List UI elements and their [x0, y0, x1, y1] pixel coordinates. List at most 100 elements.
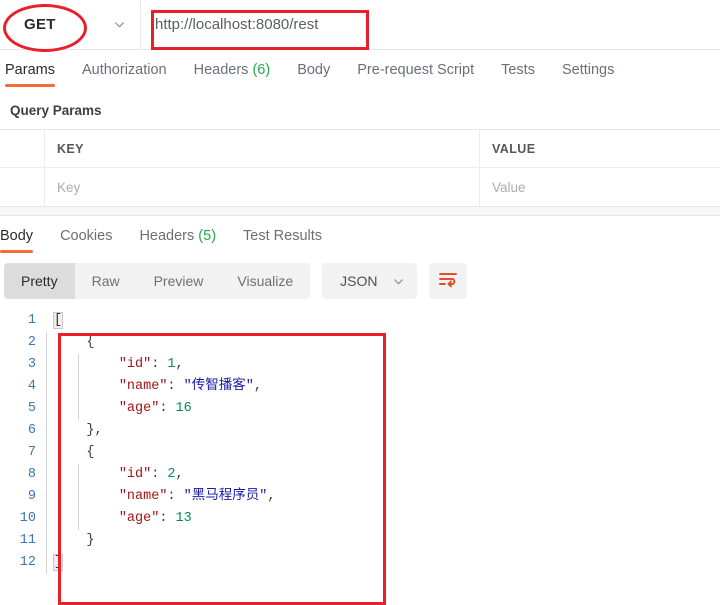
code-token: : [151, 467, 168, 482]
pane-divider[interactable] [0, 207, 720, 216]
code-lines[interactable]: [ { "id": 1, "name": "传智播客", "age": 16 }… [44, 302, 720, 574]
request-url-bar: GET http://localhost:8080/rest [0, 0, 720, 50]
view-mode-pretty[interactable]: Pretty [4, 263, 75, 299]
code-token: "age" [118, 511, 160, 526]
tab-params[interactable]: Params [5, 62, 55, 87]
view-mode-preview-label: Preview [153, 273, 204, 289]
header-value-cell: VALUE [480, 130, 720, 167]
wrap-text-icon [438, 270, 458, 293]
line-number: 1 [27, 313, 36, 328]
response-format-toolbar: Pretty Raw Preview Visualize JSON [0, 256, 720, 302]
code-token: "黑马程序员" [183, 489, 268, 504]
row-checkbox-cell[interactable] [0, 168, 45, 206]
code-token: , [175, 467, 184, 482]
code-token: ] [52, 554, 64, 571]
tab-pre-request-script-label: Pre-request Script [357, 62, 475, 78]
response-tab-headers-label: Headers [139, 228, 195, 244]
wrap-lines-button[interactable] [428, 263, 467, 299]
tab-authorization[interactable]: Authorization [82, 62, 167, 87]
line-number: 5 [27, 401, 36, 416]
code-line: "name": "黑马程序员", [54, 486, 720, 508]
row-value-input[interactable]: Value [480, 168, 720, 206]
code-line: "id": 1, [54, 354, 720, 376]
response-tab-body[interactable]: Body [0, 228, 34, 253]
code-token: : [159, 511, 176, 526]
response-tab-headers[interactable]: Headers (5) [139, 228, 216, 253]
chevron-down-icon[interactable] [392, 275, 405, 288]
tab-settings[interactable]: Settings [562, 62, 614, 87]
indent-guide [78, 464, 79, 530]
code-token: : [167, 489, 184, 504]
url-input[interactable]: http://localhost:8080/rest [141, 0, 720, 49]
line-number: 9 [27, 489, 36, 504]
code-line: [ [52, 310, 720, 332]
line-number: 4 [27, 379, 36, 394]
column-header-key: KEY [57, 141, 84, 156]
response-language-label: JSON [340, 273, 378, 289]
code-token: "age" [118, 401, 160, 416]
code-token: : [159, 401, 176, 416]
tab-body-label: Body [297, 62, 331, 78]
response-tab-body-label: Body [0, 228, 34, 244]
code-token: "id" [118, 357, 152, 372]
tab-headers-count: (6) [252, 62, 271, 78]
response-tab-test-results[interactable]: Test Results [243, 228, 322, 253]
view-mode-preview[interactable]: Preview [137, 263, 221, 299]
code-line: ] [52, 552, 720, 574]
line-number: 8 [27, 467, 36, 482]
view-mode-raw[interactable]: Raw [75, 263, 137, 299]
code-line: "name": "传智播客", [54, 376, 720, 398]
query-params-title: Query Params [10, 103, 102, 118]
code-token: : [151, 357, 168, 372]
tab-settings-label: Settings [561, 62, 615, 78]
response-tab-cookies[interactable]: Cookies [60, 228, 112, 253]
response-language-select[interactable]: JSON [322, 263, 417, 299]
chevron-down-icon[interactable] [113, 18, 126, 31]
tab-body[interactable]: Body [297, 62, 330, 87]
response-tab-headers-count: (5) [198, 228, 217, 244]
row-key-input[interactable]: Key [45, 168, 480, 206]
code-token: } [54, 533, 95, 548]
code-token: , [267, 489, 276, 504]
indent-guide [78, 354, 79, 420]
response-body-code-view[interactable]: 1 2 3 4 5 6 7 8 9 10 11 12 [ { "id": 1, … [0, 302, 720, 574]
code-line: }, [54, 420, 720, 442]
code-token: , [175, 357, 184, 372]
table-row: Key Value [0, 168, 720, 206]
code-token: "name" [118, 379, 168, 394]
view-mode-visualize[interactable]: Visualize [220, 263, 310, 299]
row-value-placeholder: Value [492, 179, 526, 195]
code-token: "id" [118, 467, 152, 482]
header-key-cell: KEY [45, 130, 480, 167]
http-method-selector[interactable]: GET [0, 0, 141, 49]
request-tabs: Params Authorization Headers (6) Body Pr… [0, 50, 720, 91]
http-method-label: GET [24, 16, 56, 33]
tab-pre-request-script[interactable]: Pre-request Script [357, 62, 474, 87]
code-token: "name" [118, 489, 168, 504]
code-token: 16 [175, 401, 192, 416]
line-number-gutter: 1 2 3 4 5 6 7 8 9 10 11 12 [0, 302, 44, 574]
code-token: 1 [167, 357, 176, 372]
tab-authorization-label: Authorization [81, 62, 167, 78]
code-line: "age": 16 [54, 398, 720, 420]
tab-headers[interactable]: Headers (6) [194, 62, 271, 87]
tab-tests-label: Tests [501, 62, 535, 78]
code-line: "id": 2, [54, 464, 720, 486]
url-text: http://localhost:8080/rest [155, 16, 319, 33]
table-header-row: KEY VALUE [0, 130, 720, 168]
row-key-placeholder: Key [57, 179, 81, 195]
view-mode-raw-label: Raw [91, 273, 120, 289]
code-token: 13 [175, 511, 192, 526]
line-number: 10 [19, 511, 36, 526]
view-mode-group: Pretty Raw Preview Visualize [4, 263, 311, 299]
tab-tests[interactable]: Tests [501, 62, 535, 87]
response-tab-cookies-label: Cookies [60, 228, 113, 244]
header-checkbox-cell [0, 130, 45, 167]
code-line: "age": 13 [54, 508, 720, 530]
query-params-table: KEY VALUE Key Value [0, 129, 720, 207]
